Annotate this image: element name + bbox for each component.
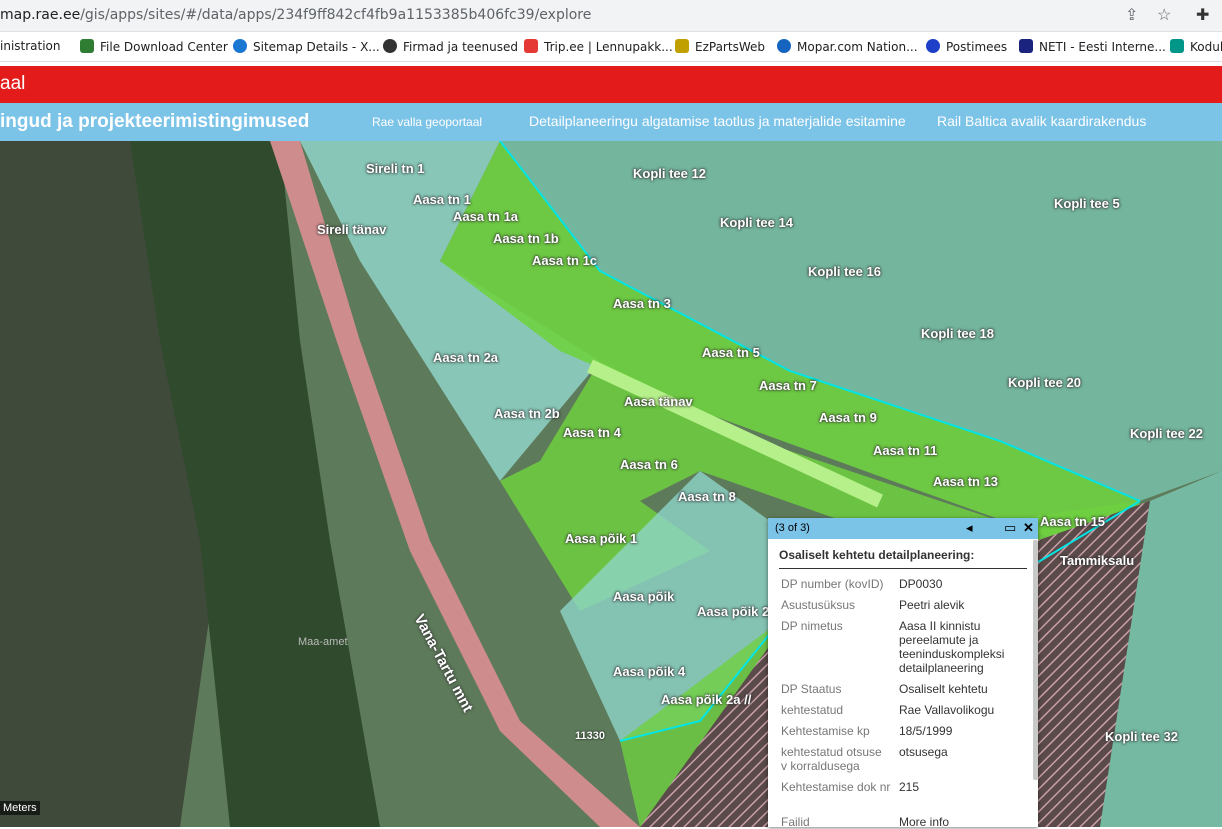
share-icon[interactable]: ⇪ [1125,5,1138,25]
map-label: Aasa tn 6 [620,457,678,472]
nav-link-rail-baltica[interactable]: Rail Baltica avalik kaardirakendus [937,113,1146,129]
bookmark-icon [926,39,940,53]
map-canvas[interactable] [0,141,1222,827]
bookmark-icon [1170,39,1184,53]
app-title: aal [0,73,26,94]
map-label: Aasa tn 3 [613,296,671,311]
popup-title: Osaliselt kehtetu detailplaneering: [779,548,975,562]
map-label: Aasa tn 1a [453,209,519,224]
map-label: Tammiksalu [1060,553,1135,568]
divider [779,568,1027,569]
map-label: Aasa tn 2b [494,406,560,421]
url-field[interactable]: map.rae.ee/gis/apps/sites/#/data/apps/23… [0,7,591,23]
bookmark-item[interactable]: EzPartsWeb [675,39,765,54]
bookmark-icon [524,39,538,53]
map-label: Aasa tn 9 [819,410,877,425]
map-label: Aasa tn 7 [759,378,817,393]
map-label: Aasa tn 2a [433,350,499,365]
map-watermark: Maa-amet [298,636,348,648]
map-label: Aasa tn 8 [678,489,736,504]
map-label: Aasa tn 5 [702,345,760,360]
bookmark-item[interactable]: File Download Center [80,39,228,54]
bookmark-item[interactable]: Kodul [1170,39,1222,54]
map-label: Aasa tn 1 [413,192,471,207]
map-label: Kopli tee 22 [1130,426,1203,441]
map-label: Aasa tänav [624,394,693,409]
bookmark-item[interactable]: Trip.ee | Lennupakk... [524,39,673,54]
map-label: Kopli tee 18 [921,326,994,341]
map-label: Kopli tee 16 [808,264,881,279]
map-label: Aasa tn 1b [493,231,559,246]
bookmark-item[interactable]: Postimees [926,39,1007,54]
nav-link-detailplaneering[interactable]: Detailplaneeringu algatamise taotlus ja … [529,113,906,129]
nav-link-geoportaal[interactable]: Rae valla geoportaal [372,115,482,129]
app-header: aal [0,66,1222,103]
bookmark-icon [1019,39,1033,53]
feature-popup[interactable]: (3 of 3) ◂ ▭ ✕ Osaliselt kehtetu detailp… [768,518,1038,829]
scale-bar: Meters [0,801,40,815]
map-label: Kopli tee 32 [1105,729,1178,744]
bookmark-icon [777,39,791,53]
map-label: Aasa tn 15 [1040,514,1106,529]
map-label: Kopli tee 20 [1008,375,1081,390]
bookmark-icon [233,39,247,53]
map-label: Aasa tn 13 [933,474,999,489]
bookmarks-bar: inistration File Download Center Sitemap… [0,32,1222,62]
maximize-icon[interactable]: ▭ [1004,520,1016,536]
close-icon[interactable]: ✕ [1023,520,1034,536]
map-label: Kopli tee 14 [720,215,793,230]
app-navbar: ingud ja projekteerimistingimused Rae va… [0,103,1222,141]
bookmark-item[interactable]: Firmad ja teenused [383,39,518,54]
nav-title: ingud ja projekteerimistingimused [0,111,310,132]
bookmark-item[interactable]: Mopar.com Nation... [777,39,918,54]
map-label: Aasa tn 1c [532,253,598,268]
map-label: Aasa põik 2 [697,604,770,619]
road-number: 11330 [575,730,605,742]
bookmark-icon [80,39,94,53]
map-label: Aasa põik [613,589,675,604]
bookmark-icon [675,39,689,53]
bookmark-item[interactable]: Sitemap Details - X... [233,39,380,54]
bookmark-item[interactable]: inistration [0,39,61,53]
url-path: /gis/apps/sites/#/data/apps/234f9ff842cf… [80,7,592,23]
bookmark-icon [383,39,397,53]
map-label: Aasa põik 4 [613,664,686,679]
map-label: Aasa tn 4 [563,425,621,440]
star-icon[interactable]: ☆ [1157,5,1171,25]
popup-count: (3 of 3) [775,522,810,534]
map-label: Kopli tee 5 [1054,196,1120,211]
map-label: Aasa põik 1 [565,531,638,546]
popup-header: (3 of 3) ◂ ▭ ✕ [768,518,1038,539]
map-label: Aasa tn 11 [873,443,938,458]
map-view[interactable]: Sireli tn 1 Sireli tänav Aasa tn 1 Aasa … [0,141,1222,827]
map-label: Kopli tee 12 [633,166,706,181]
map-label: Aasa põik 2a // [661,692,752,707]
browser-address-bar[interactable]: map.rae.ee/gis/apps/sites/#/data/apps/23… [0,0,1222,32]
url-host: map.rae.ee [0,7,81,23]
map-label: Sireli tn 1 [366,161,425,176]
bookmark-item[interactable]: NETI - Eesti Interne... [1019,39,1166,54]
map-label: Sireli tänav [317,222,387,237]
popup-scrollbar[interactable] [1033,540,1038,780]
previous-icon[interactable]: ◂ [966,520,973,536]
puzzle-icon[interactable]: ✚ [1196,5,1209,25]
